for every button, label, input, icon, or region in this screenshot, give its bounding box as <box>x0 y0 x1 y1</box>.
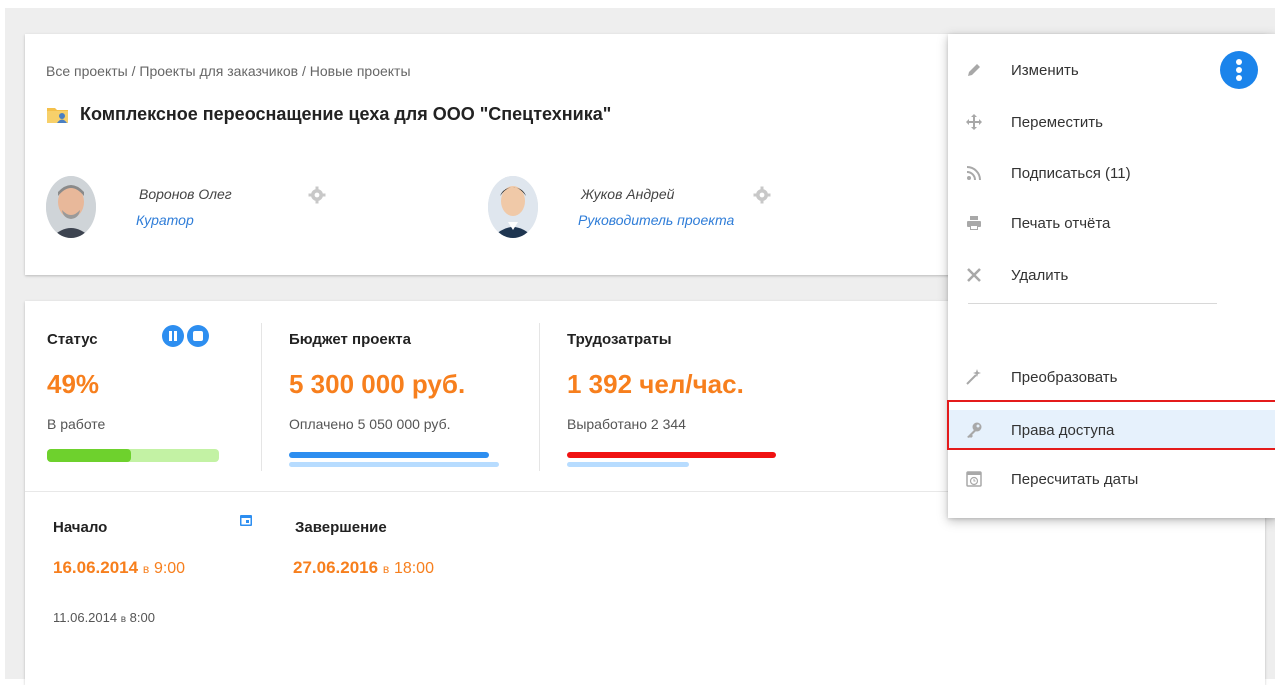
menu-item-label: Изменить <box>1011 62 1079 79</box>
end-date-label: Завершение <box>295 519 387 536</box>
menu-divider <box>968 303 1217 304</box>
calendar-clock-icon <box>966 471 982 487</box>
page-title: Комплексное переоснащение цеха для ООО "… <box>80 104 612 124</box>
person-name: Жуков Андрей <box>581 186 675 202</box>
start-time: 9:00 <box>153 560 186 577</box>
end-date: 27.06.2016 <box>293 558 379 577</box>
labor-worked-text: Выработано 2 344 <box>567 416 686 432</box>
menu-item-label: Пересчитать даты <box>1011 471 1139 488</box>
end-time: 18:00 <box>393 560 434 577</box>
menu-item-label: Преобразовать <box>1011 369 1118 386</box>
start-date-value[interactable]: 16.06.2014 в 9:00 <box>53 558 185 578</box>
printer-icon <box>967 216 981 230</box>
start-date-label: Начало <box>53 519 108 536</box>
key-icon <box>967 422 982 438</box>
close-icon <box>967 268 981 282</box>
menu-item-label: Подписаться (11) <box>1011 165 1131 182</box>
status-progress-fill <box>47 449 131 462</box>
move-icon <box>966 114 982 130</box>
status-block: Статус 49% В работе <box>25 301 255 491</box>
pause-button[interactable] <box>162 325 184 347</box>
budget-label: Бюджет проекта <box>289 331 411 348</box>
divider <box>261 323 262 471</box>
planned-date: 11.06.2014 <box>53 610 118 625</box>
menu-item-print-report[interactable]: Печать отчёта <box>948 203 1275 243</box>
status-percent: 49% <box>47 369 100 399</box>
calendar-icon[interactable] <box>239 513 253 527</box>
end-date-value[interactable]: 27.06.2016 в 18:00 <box>293 558 434 578</box>
labor-label: Трудозатраты <box>567 331 672 348</box>
labor-value: 1 392 чел/час. <box>567 369 744 399</box>
planned-start-date: 11.06.2014 в 8:00 <box>53 610 155 625</box>
workspace: Все проекты / Проекты для заказчиков / Н… <box>5 8 1275 685</box>
person-avatar-icon <box>488 176 538 238</box>
person-role-link[interactable]: Куратор <box>136 212 194 228</box>
person-name: Воронов Олег <box>139 186 232 202</box>
end-date-at: в <box>382 562 390 576</box>
menu-item-subscribe[interactable]: Подписаться (11) <box>948 153 1275 193</box>
planned-time: 8:00 <box>129 610 155 625</box>
status-label: Статус <box>47 331 98 348</box>
menu-item-label: Печать отчёта <box>1011 215 1111 232</box>
start-date: 16.06.2014 <box>53 558 139 577</box>
project-folder-icon <box>47 107 68 123</box>
labor-block: Трудозатраты 1 392 чел/час. Выработано 2… <box>543 301 843 491</box>
stop-icon <box>193 331 203 341</box>
budget-value: 5 300 000 руб. <box>289 369 466 399</box>
budget-progress-bar <box>289 452 489 458</box>
pause-icon <box>169 331 177 341</box>
budget-paid-text: Оплачено 5 050 000 руб. <box>289 416 451 432</box>
menu-item-edit[interactable]: Изменить <box>948 50 1275 90</box>
status-progress-track <box>47 449 219 462</box>
status-text: В работе <box>47 416 106 432</box>
pencil-icon <box>968 64 980 76</box>
avatar[interactable] <box>488 176 538 238</box>
budget-block: Бюджет проекта 5 300 000 руб. Оплачено 5… <box>265 301 535 491</box>
menu-item-recalculate-dates[interactable]: Пересчитать даты <box>948 459 1275 499</box>
menu-item-delete[interactable]: Удалить <box>948 255 1275 295</box>
person-project-manager: Жуков Андрей Руководитель проекта <box>488 176 908 246</box>
menu-item-label: Удалить <box>1011 267 1069 284</box>
menu-item-access-rights[interactable]: Права доступа <box>948 410 1275 450</box>
person-curator: Воронов Олег Куратор <box>46 176 466 246</box>
rss-icon <box>966 166 981 181</box>
avatar[interactable] <box>46 176 96 238</box>
stop-button[interactable] <box>187 325 209 347</box>
menu-item-label: Переместить <box>1011 114 1103 131</box>
project-title-row: Комплексное переоснащение цеха для ООО "… <box>46 104 611 125</box>
divider <box>539 323 540 471</box>
magic-wand-icon <box>966 369 981 385</box>
person-role-link[interactable]: Руководитель проекта <box>578 212 734 228</box>
menu-item-convert[interactable]: Преобразовать <box>948 357 1275 397</box>
menu-item-label: Права доступа <box>1011 422 1115 439</box>
budget-paid-bar <box>289 462 499 467</box>
menu-item-move[interactable]: Переместить <box>948 102 1275 142</box>
settings-gear-icon[interactable] <box>308 186 326 204</box>
breadcrumb[interactable]: Все проекты / Проекты для заказчиков / Н… <box>46 63 411 79</box>
planned-date-at: в <box>120 614 127 625</box>
labor-worked-bar <box>567 462 689 467</box>
settings-gear-icon[interactable] <box>753 186 771 204</box>
person-avatar-icon <box>46 176 96 238</box>
actions-dropdown-menu: Изменить Переместить Подписаться (11) Пе… <box>948 34 1275 518</box>
start-date-at: в <box>142 562 150 576</box>
labor-progress-bar <box>567 452 776 458</box>
